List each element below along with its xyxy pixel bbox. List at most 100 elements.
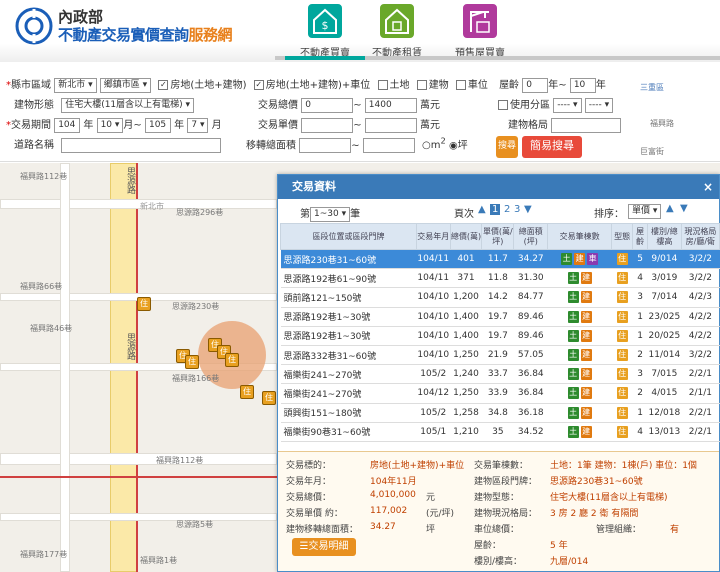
cell-form: 住 bbox=[611, 383, 633, 404]
page-3[interactable]: 3 bbox=[514, 204, 520, 215]
building-tag: 建 bbox=[580, 310, 592, 323]
cell-layout: 2/1/1 bbox=[681, 383, 720, 404]
area-to-input[interactable] bbox=[362, 137, 415, 153]
residential-tag: 住 bbox=[616, 329, 628, 342]
age-to-input[interactable]: 10 bbox=[569, 77, 596, 93]
type-checkbox-car[interactable] bbox=[455, 80, 466, 90]
cell-area: 34.27 bbox=[513, 249, 548, 270]
map-pin[interactable]: 住 bbox=[240, 385, 254, 399]
cell-total: 1,400 bbox=[450, 326, 482, 346]
cell-ym: 104/12 bbox=[416, 383, 451, 404]
table-row[interactable]: 思源路332巷31~60號 104/10 1,250 21.9 57.05 土建住 2 11/… bbox=[280, 345, 720, 366]
total-from-input[interactable]: 0 bbox=[301, 97, 354, 113]
zoning-select-b[interactable]: ---- ▾ bbox=[584, 97, 614, 113]
table-row[interactable]: 福樂街241~270號 104/12 1,250 33.9 36.84 土建住 2 4/015… bbox=[280, 383, 720, 404]
zoning-row: 使用分區 ---- ▾ ---- ▾ bbox=[494, 96, 614, 113]
cell-unit: 35 bbox=[481, 422, 514, 442]
cell-floor: 20/025 bbox=[647, 326, 682, 346]
city-select[interactable]: 新北市 ▾ bbox=[54, 77, 97, 93]
table-header-row: 區段位置或區段門牌 交易年月 總價(萬) 單價(萬/坪) 總面積(坪) 交易筆棟… bbox=[280, 223, 720, 250]
cell-unit: 19.7 bbox=[481, 307, 514, 327]
cell-ym: 105/2 bbox=[416, 403, 451, 423]
cell-count: 土建 bbox=[547, 345, 612, 366]
sort-desc-icon[interactable]: ▼ bbox=[680, 203, 688, 214]
table-row[interactable]: 福樂街241~270號 105/2 1,240 33.7 36.84 土建住 3 7/015 2… bbox=[280, 364, 720, 385]
type-checkbox-house[interactable]: ✓ bbox=[158, 80, 169, 90]
cell-loc: 思源路192巷61~90號 bbox=[280, 268, 417, 289]
month-to-select[interactable]: 7 ▾ bbox=[187, 117, 209, 133]
cell-count: 土建 bbox=[547, 422, 612, 442]
map-road bbox=[0, 513, 277, 521]
prev-page-icon[interactable]: ▲ bbox=[478, 204, 486, 215]
cell-unit: 34.8 bbox=[481, 403, 514, 423]
building-type-select[interactable]: 住宅大樓(11層含以上有電梯) ▾ bbox=[61, 97, 195, 113]
cell-age: 1 bbox=[632, 307, 648, 327]
close-icon[interactable]: × bbox=[703, 175, 713, 199]
cell-total: 1,250 bbox=[450, 383, 482, 404]
cell-layout: 3/2/2 bbox=[681, 268, 720, 289]
cell-unit: 14.2 bbox=[481, 287, 514, 308]
building-tag: 建 bbox=[580, 329, 592, 342]
year-from-input[interactable]: 104 bbox=[54, 117, 81, 133]
map-road bbox=[60, 163, 70, 572]
detail-button[interactable]: ☰交易明細 bbox=[292, 538, 356, 556]
residential-tag: 住 bbox=[616, 425, 628, 438]
area-from-input[interactable] bbox=[299, 137, 352, 153]
zoning-select-a[interactable]: ---- ▾ bbox=[553, 97, 582, 113]
district-select[interactable]: 鄉鎮市區 ▾ bbox=[99, 77, 152, 93]
type-checkbox-land[interactable] bbox=[377, 80, 388, 90]
table-row[interactable]: 思源路192巷61~90號 104/11 371 11.8 31.30 土建住 4 3/019… bbox=[280, 268, 720, 289]
ping-radio[interactable]: ◉坪 bbox=[449, 140, 468, 151]
table-row[interactable]: 頭興街151~180號 105/2 1,258 34.8 36.18 土建住 1 12/018… bbox=[280, 403, 720, 423]
cell-total: 1,210 bbox=[450, 422, 482, 442]
map-pin[interactable]: 住 bbox=[225, 353, 239, 367]
sort-select[interactable]: 單價 ▾ bbox=[628, 204, 662, 219]
sort-asc-icon[interactable]: ▲ bbox=[666, 203, 674, 214]
total-to-input[interactable]: 1400 bbox=[364, 97, 417, 113]
period-row: *交易期間 104 年 10 ▾ 月~ 105 年 7 ▾ 月 bbox=[6, 117, 222, 133]
cell-unit: 21.9 bbox=[481, 345, 514, 366]
table-row[interactable]: 思源路192巷1~30號 104/10 1,400 19.7 89.46 土建住 1 23/0… bbox=[280, 307, 720, 327]
cell-ym: 104/11 bbox=[416, 268, 451, 289]
ministry-logo-icon bbox=[15, 7, 53, 45]
map-pin[interactable]: 住 bbox=[137, 297, 151, 311]
page-2[interactable]: 2 bbox=[504, 204, 510, 215]
transaction-panel: 交易資料 × 第 1~30 ▾ 筆 頁次 ▲ 1 2 3 ▼ 排序： 單價 ▾ ▲ … bbox=[277, 174, 720, 572]
table-row[interactable]: 頭前路121~150號 104/10 1,200 14.2 84.77 土建住 3 7/014… bbox=[280, 287, 720, 308]
page-range-select[interactable]: 1~30 ▾ bbox=[310, 206, 351, 222]
zoning-checkbox[interactable] bbox=[498, 100, 508, 110]
map-pin[interactable]: 住 bbox=[262, 391, 276, 405]
month-from-select[interactable]: 10 ▾ bbox=[96, 117, 124, 133]
layout-input[interactable] bbox=[551, 117, 622, 133]
table-row[interactable]: 福樂街90巷31~60號 105/1 1,210 35 34.52 土建住 4 13/013 2… bbox=[280, 422, 720, 442]
cell-age: 4 bbox=[632, 422, 648, 442]
residential-tag: 住 bbox=[616, 310, 628, 323]
m2-radio[interactable]: ○m2 bbox=[422, 136, 446, 151]
land-tag: 土 bbox=[567, 291, 579, 304]
map-road-label: 福興路 bbox=[650, 119, 674, 128]
road-input[interactable] bbox=[61, 137, 222, 153]
table-row[interactable]: 思源路192巷1~30號 104/10 1,400 19.7 89.46 土建住 1 20/0… bbox=[280, 326, 720, 346]
next-page-icon[interactable]: ▼ bbox=[524, 204, 532, 215]
year-to-input[interactable]: 105 bbox=[144, 117, 171, 133]
nav-rent[interactable]: 不動產租賃 bbox=[357, 4, 437, 59]
age-from-input[interactable]: 0 bbox=[522, 77, 549, 93]
car-tag: 車 bbox=[587, 253, 599, 266]
nav-presale[interactable]: 預售屋買賣 bbox=[440, 4, 520, 59]
cell-ym: 104/10 bbox=[416, 287, 451, 308]
table-row[interactable]: 思源路230巷31~60號 104/11 401 11.7 34.27 土建車住 5 9/01… bbox=[280, 249, 720, 270]
search-button[interactable]: 搜尋 bbox=[496, 136, 518, 158]
area-row: 移轉總面積 ~ ○m2 ◉坪 bbox=[246, 136, 468, 153]
nav-sale[interactable]: $ 不動產買賣 bbox=[285, 4, 365, 59]
unit-to-input[interactable] bbox=[364, 117, 417, 133]
map-pin[interactable]: 住 bbox=[185, 355, 199, 369]
type-checkbox-house-car[interactable]: ✓ bbox=[253, 80, 264, 90]
cell-loc: 思源路192巷1~30號 bbox=[280, 326, 417, 346]
page-1[interactable]: 1 bbox=[490, 204, 501, 215]
cell-form: 住 bbox=[611, 326, 633, 346]
cell-count: 土建 bbox=[547, 364, 612, 385]
unit-from-input[interactable] bbox=[301, 117, 354, 133]
type-checkbox-building[interactable] bbox=[416, 80, 427, 90]
cell-total: 401 bbox=[450, 249, 482, 270]
simple-search-button[interactable]: 簡易搜尋 bbox=[522, 136, 582, 158]
